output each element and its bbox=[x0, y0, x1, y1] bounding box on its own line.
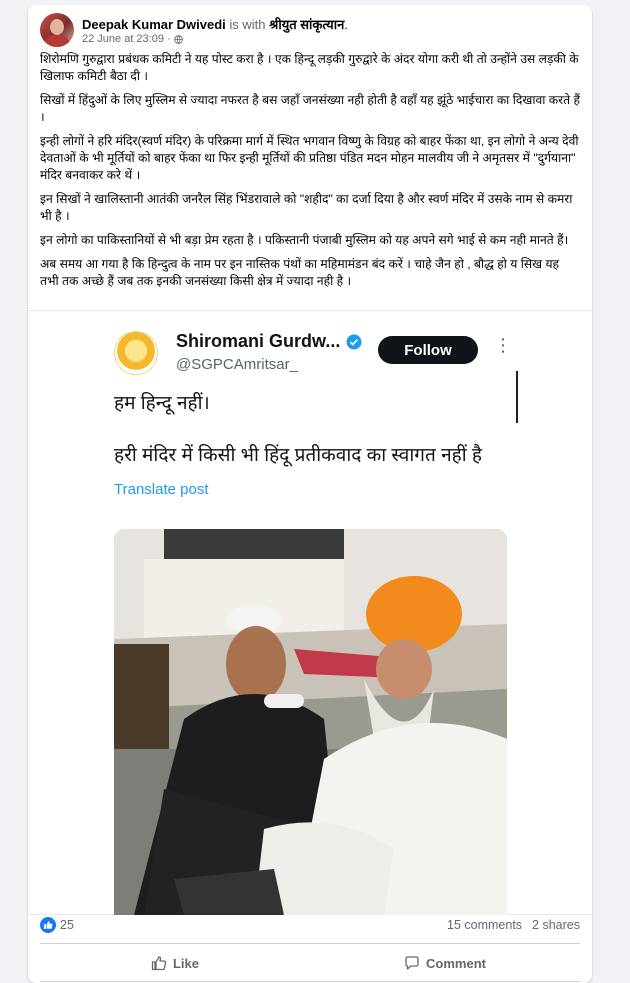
tagged-user[interactable]: श्रीयुत सांकृत्यान bbox=[269, 17, 344, 32]
reactions-bar: 25 15 comments 2 shares bbox=[40, 915, 580, 937]
tweet-text-line-2: हरी मंदिर में किसी भी हिंदू प्रतीकवाद का… bbox=[114, 445, 483, 466]
post-paragraph: इन्ही लोगों ने हरि मंदिर(स्वर्ण मंदिर) क… bbox=[40, 134, 579, 182]
tweet-handle: @SGPCAmritsar_ bbox=[176, 356, 298, 373]
post-paragraph: अब समय आ गया है कि हिन्दुत्व के नाम पर इ… bbox=[40, 257, 560, 288]
author-line: Deepak Kumar Dwivedi is with श्रीयुत सां… bbox=[82, 15, 348, 33]
post-timestamp[interactable]: 22 June at 23:09 bbox=[82, 33, 164, 45]
bottom-divider bbox=[40, 981, 580, 982]
action-bar: Like Comment bbox=[40, 947, 580, 979]
engagement-stats: 15 comments 2 shares bbox=[447, 918, 580, 932]
like-button[interactable]: Like bbox=[40, 947, 310, 979]
photo-illustration bbox=[114, 529, 507, 915]
like-label: Like bbox=[172, 955, 199, 971]
tweet-account-name: Shiromani Gurdw... bbox=[176, 331, 362, 352]
tweet-name-text: Shiromani Gurdw... bbox=[176, 331, 341, 351]
tagged-suffix: . bbox=[344, 17, 348, 32]
like-reaction-icon[interactable] bbox=[40, 917, 56, 933]
with-text: is with bbox=[225, 17, 270, 32]
post-header: Deepak Kumar Dwivedi is with श्रीयुत सां… bbox=[40, 13, 580, 53]
reaction-count[interactable]: 25 bbox=[60, 918, 74, 932]
post-paragraph: सिखों में हिंदुओं के लिए मुस्लिम से ज्या… bbox=[40, 93, 580, 124]
author-name[interactable]: Deepak Kumar Dwivedi bbox=[82, 17, 226, 32]
translate-post-link: Translate post bbox=[114, 481, 209, 498]
more-options-icon: ⋮ bbox=[494, 335, 512, 355]
verified-badge-icon bbox=[346, 334, 362, 349]
divider bbox=[40, 943, 580, 944]
comment-button[interactable]: Comment bbox=[310, 947, 580, 979]
meta-separator: · bbox=[166, 33, 171, 45]
comment-label: Comment bbox=[426, 955, 486, 971]
post-paragraph: शिरोमणि गुरुद्वारा प्रबंधक कमिटी ने यह प… bbox=[40, 52, 579, 83]
text-cursor bbox=[516, 371, 518, 423]
shared-image[interactable]: Shiromani Gurdw... @SGPCAmritsar_ Follow… bbox=[28, 310, 592, 915]
author-avatar[interactable] bbox=[40, 13, 74, 47]
sgpc-logo bbox=[114, 331, 158, 375]
follow-button: Follow bbox=[378, 336, 478, 364]
comments-count[interactable]: 15 comments bbox=[447, 918, 522, 932]
thumbs-up-icon bbox=[151, 956, 167, 971]
post-paragraph: इन लोगो का पाकिस्तानियों से भी बड़ा प्रे… bbox=[40, 233, 569, 247]
post-card: Deepak Kumar Dwivedi is with श्रीयुत सां… bbox=[28, 5, 592, 983]
comment-icon bbox=[405, 956, 419, 970]
post-body: शिरोमणि गुरुद्वारा प्रबंधक कमिटी ने यह प… bbox=[40, 51, 580, 297]
globe-icon bbox=[173, 34, 183, 44]
shares-count[interactable]: 2 shares bbox=[532, 918, 580, 932]
tweet-text-line-1: हम हिन्दू नहीं। bbox=[114, 393, 210, 414]
post-meta: 22 June at 23:09 · bbox=[82, 33, 183, 45]
post-paragraph: इन सिखों ने खालिस्तानी आतंकी जनरैल सिंह … bbox=[40, 192, 573, 223]
tweet-photo bbox=[114, 529, 507, 915]
